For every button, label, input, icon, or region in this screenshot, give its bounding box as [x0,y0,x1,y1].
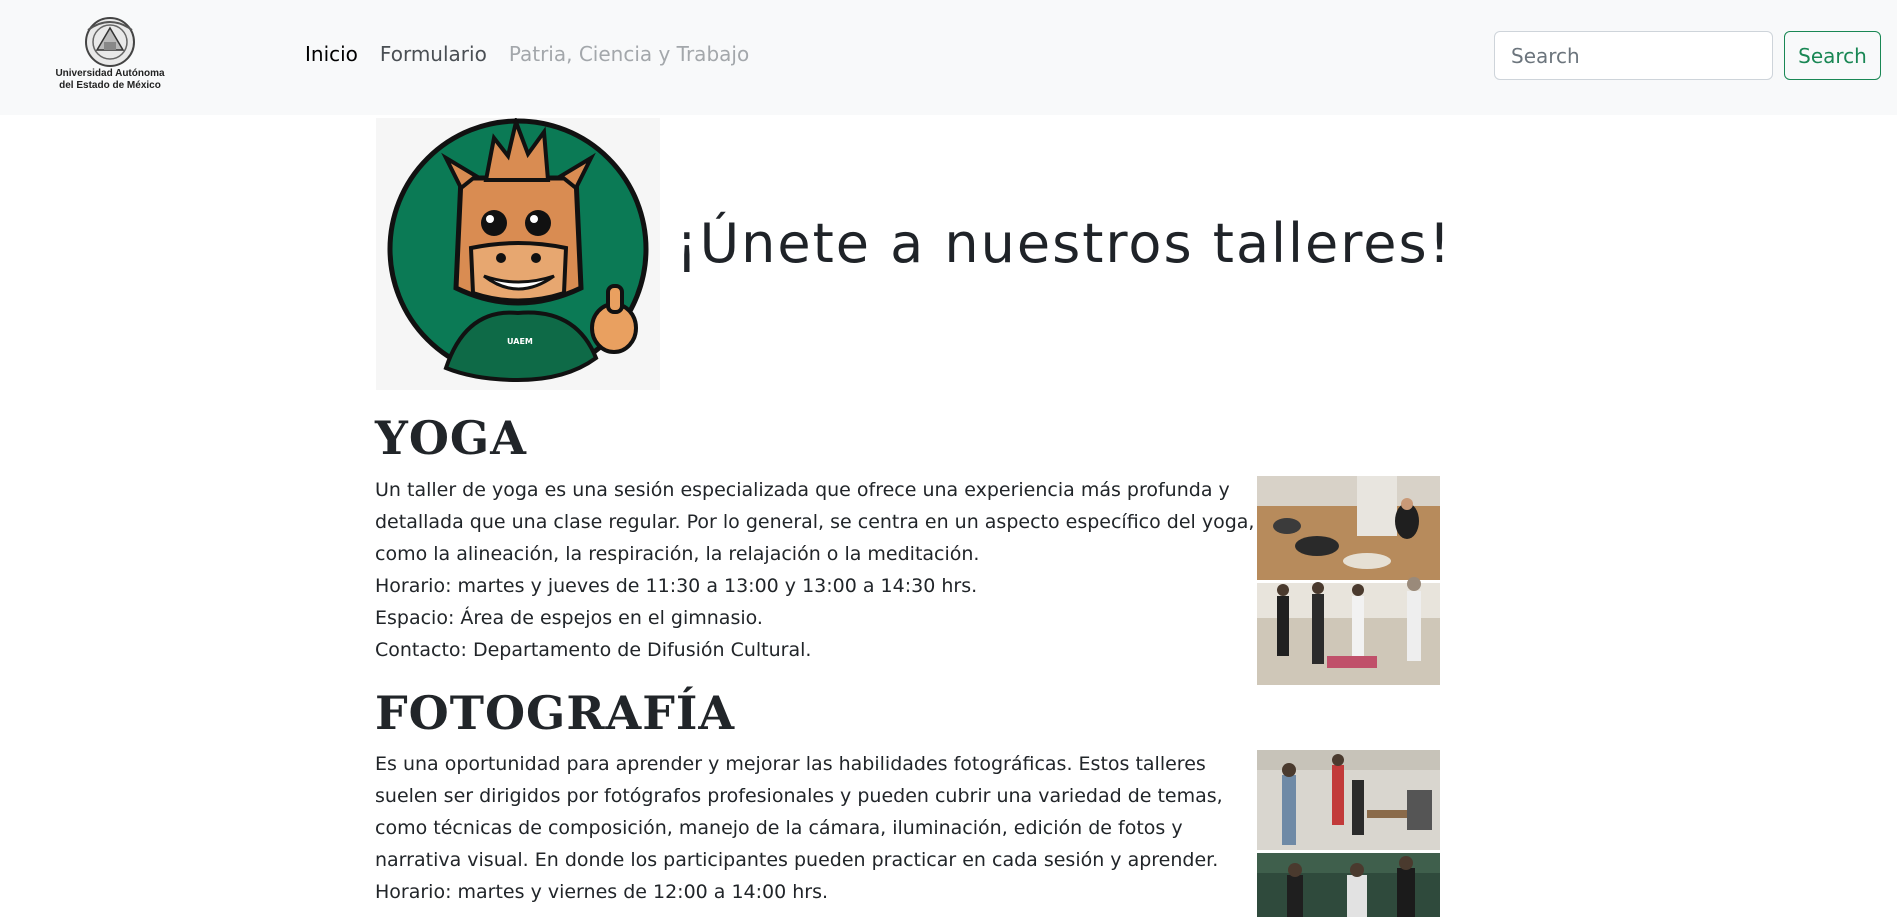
brand-line-1: Universidad Autónoma [55,68,165,79]
text-line: como técnicas de composición, manejo de … [375,817,1183,839]
hero-title: ¡Únete a nuestros talleres! [676,212,1453,275]
text-line: Espacio: Área de espejos en el gimnasio. [375,607,763,629]
university-logo[interactable]: Universidad Autónoma del Estado de Méxic… [50,16,170,98]
section-text-fotografia: Es una oportunidad para aprender y mejor… [375,748,1255,908]
yoga-photo-collage [1257,476,1440,685]
text-line: suelen ser dirigidos por fotógrafos prof… [375,785,1223,807]
text-line: Horario: martes y viernes de 12:00 a 14:… [375,881,829,903]
search-button[interactable]: Search [1784,31,1881,80]
text-line: Es una oportunidad para aprender y mejor… [375,753,1206,775]
mascot-illustration: UAEM [387,115,649,383]
yoga-photo [1257,476,1440,685]
text-line: Horario: martes y jueves de 11:30 a 13:0… [375,575,978,597]
section-text-yoga: Un taller de yoga es una sesión especial… [375,474,1255,666]
nav-links: Inicio Formulario Patria, Ciencia y Trab… [305,42,771,66]
section-title-yoga: YOGA [375,411,527,465]
mascot-image: UAEM [376,115,660,390]
fotografia-photo [1257,750,1440,917]
text-line: como la alineación, la respiración, la r… [375,543,980,565]
text-line: Contacto: Departamento de Difusión Cultu… [375,639,812,661]
brand-line-2: del Estado de México [59,80,161,91]
nav-link-inicio[interactable]: Inicio [305,42,358,66]
mascot-shirt-label: UAEM [507,337,533,346]
navbar: Universidad Autónoma del Estado de Méxic… [0,0,1897,115]
fotografia-photo-collage [1257,750,1440,917]
section-title-fotografia: FOTOGRAFÍA [375,686,736,740]
search-input[interactable] [1494,31,1773,80]
text-line: Un taller de yoga es una sesión especial… [375,479,1230,501]
university-seal-icon [85,17,135,67]
nav-link-formulario[interactable]: Formulario [380,42,487,66]
text-line: narrativa visual. En donde los participa… [375,849,1219,871]
nav-link-lema: Patria, Ciencia y Trabajo [508,42,750,66]
text-line: detallada que una clase regular. Por lo … [375,511,1255,533]
